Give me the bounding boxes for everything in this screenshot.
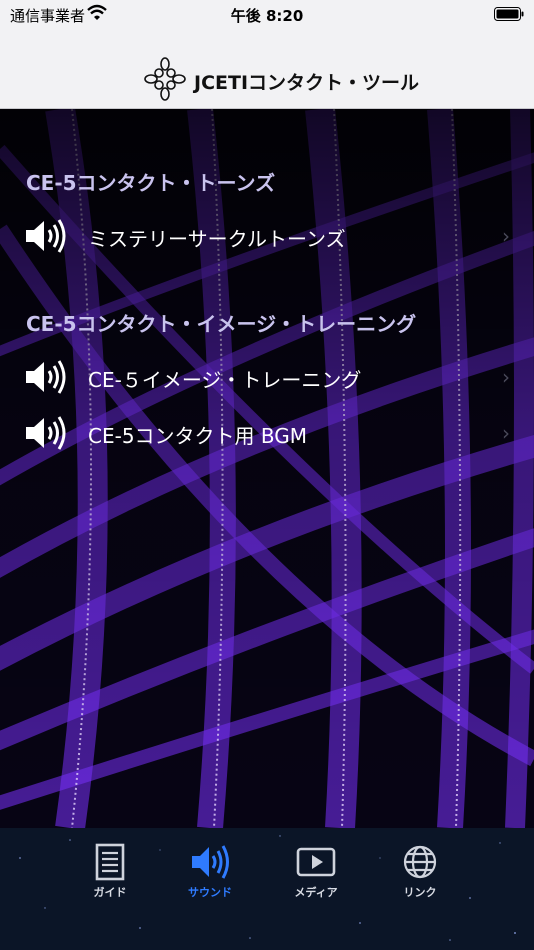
tab-links[interactable]: リンク [388,842,452,902]
status-time: 午後 8:20 [230,7,304,25]
speaker-icon [192,845,229,879]
sound-list: CE-5コンタクト・トーンズ ミステリーサークルトーンズ › CE-5コンタクト… [0,109,534,828]
tab-guide[interactable]: ガイド [78,842,142,902]
list-item-contact-bgm[interactable]: CE-5コンタクト用 BGM › [0,408,534,458]
tab-media[interactable]: メディア [284,842,348,902]
tab-label: ガイド [93,886,127,899]
chevron-right-icon: › [502,224,510,248]
section-header-image-training: CE-5コンタクト・イメージ・トレーニング [26,312,417,336]
tab-bar: ガイド サウンド メディア リンク [0,828,534,950]
list-item-label: CE-５イメージ・トレーニング [88,368,362,392]
globe-icon [403,845,437,879]
page-title: JCETIコンタクト・ツール [194,72,420,94]
tab-label: メディア [294,886,338,899]
tab-label: リンク [403,886,437,899]
list-item-crop-circle-tones[interactable]: ミステリーサークルトーンズ › [0,211,534,261]
list-item-image-training[interactable]: CE-５イメージ・トレーニング › [0,352,534,402]
tab-label: サウンド [188,886,232,899]
section-header-contact-tones: CE-5コンタクト・トーンズ [26,171,276,195]
speaker-icon [26,219,66,253]
chevron-right-icon: › [502,365,510,389]
jceti-logo-icon [144,57,186,101]
list-item-label: ミステリーサークルトーンズ [88,227,346,251]
tab-sound[interactable]: サウンド [178,842,242,902]
status-bar: 通信事業者 午後 8:20 [0,0,534,30]
document-icon [95,843,125,881]
speaker-icon [26,360,66,394]
speaker-icon [26,416,66,450]
list-item-label: CE-5コンタクト用 BGM [88,424,308,448]
chevron-right-icon: › [502,421,510,445]
play-icon [296,847,336,877]
battery-icon [494,7,524,21]
navigation-bar: JCETIコンタクト・ツール [0,30,534,109]
